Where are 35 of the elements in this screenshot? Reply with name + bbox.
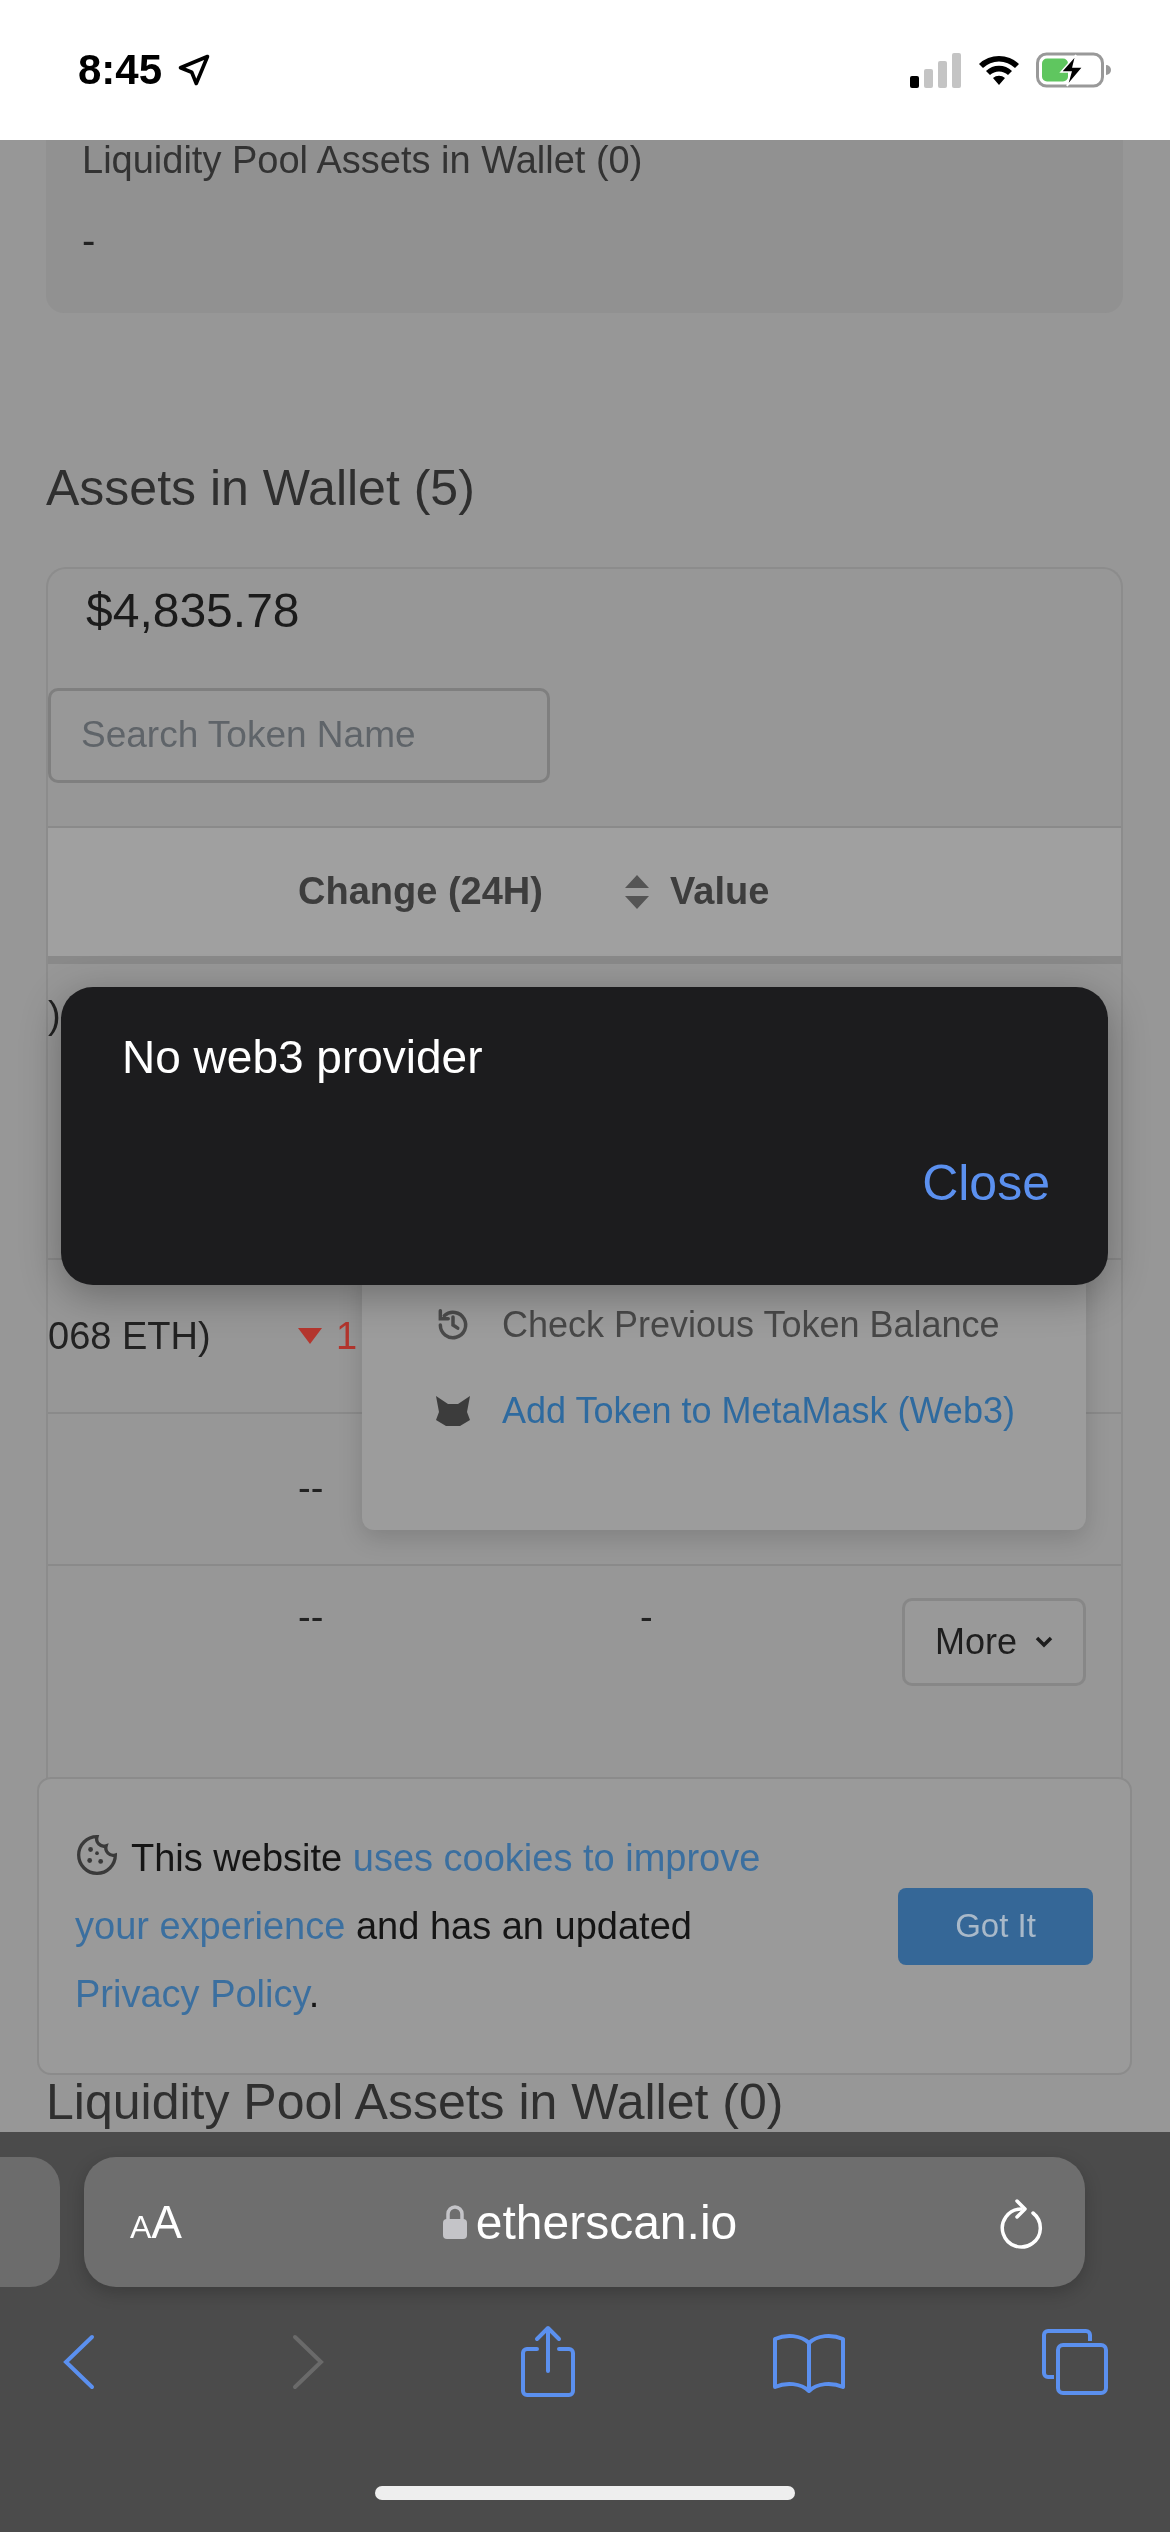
tabs-button[interactable] <box>1040 2327 1110 2397</box>
column-header[interactable]: Value <box>670 870 770 914</box>
search-field[interactable]: Search Token Name <box>48 688 550 783</box>
address-bar[interactable]: AA etherscan.io <box>84 2157 1085 2287</box>
table-cell: 068 ETH) <box>48 1314 211 1358</box>
close-button[interactable]: Close <box>922 1154 1050 1212</box>
total-value: $4,835.78 <box>86 583 300 639</box>
status-time: 8:45 <box>78 46 163 94</box>
column-header[interactable]: Change (24H) <box>298 870 624 914</box>
lock-icon <box>441 2204 468 2240</box>
empty-value: - <box>82 220 96 260</box>
value-cell: - <box>640 1595 653 1639</box>
url-text: etherscan.io <box>475 2194 738 2250</box>
table-cell: ) <box>48 993 61 1037</box>
menu-item[interactable]: Check Previous Token Balance <box>434 1304 1000 1346</box>
cookie-icon <box>75 1833 119 1877</box>
section-heading: Assets in Wallet (5) <box>46 459 475 518</box>
more-button[interactable]: More <box>902 1597 1086 1686</box>
text-size-button[interactable]: AA <box>130 2195 183 2249</box>
fox-icon <box>434 1394 472 1428</box>
menu-item[interactable]: Add Token to MetaMask (Web3) <box>434 1390 1015 1432</box>
signal-icon <box>910 52 962 88</box>
battery-charging-icon <box>1036 52 1112 88</box>
cookie-notice: This website uses cookies to improve your experience and has an updated Privacy Policy. <box>75 1824 875 2028</box>
change-cell: -- <box>298 1467 324 1511</box>
chevron-down-icon <box>1035 1635 1053 1648</box>
accept-button[interactable]: Got It <box>898 1887 1093 1965</box>
bookmarks-button[interactable] <box>771 2331 846 2393</box>
section-title: Liquidity Pool Assets in Wallet (0) <box>82 140 643 180</box>
back-button[interactable] <box>62 2334 96 2390</box>
share-button[interactable] <box>519 2325 577 2399</box>
section-title: Liquidity Pool Assets in Wallet (0) <box>46 2075 784 2129</box>
change-cell: 1 <box>336 1314 358 1358</box>
change-cell: -- <box>298 1595 324 1639</box>
alert-message: No web3 provider <box>122 1030 483 1084</box>
